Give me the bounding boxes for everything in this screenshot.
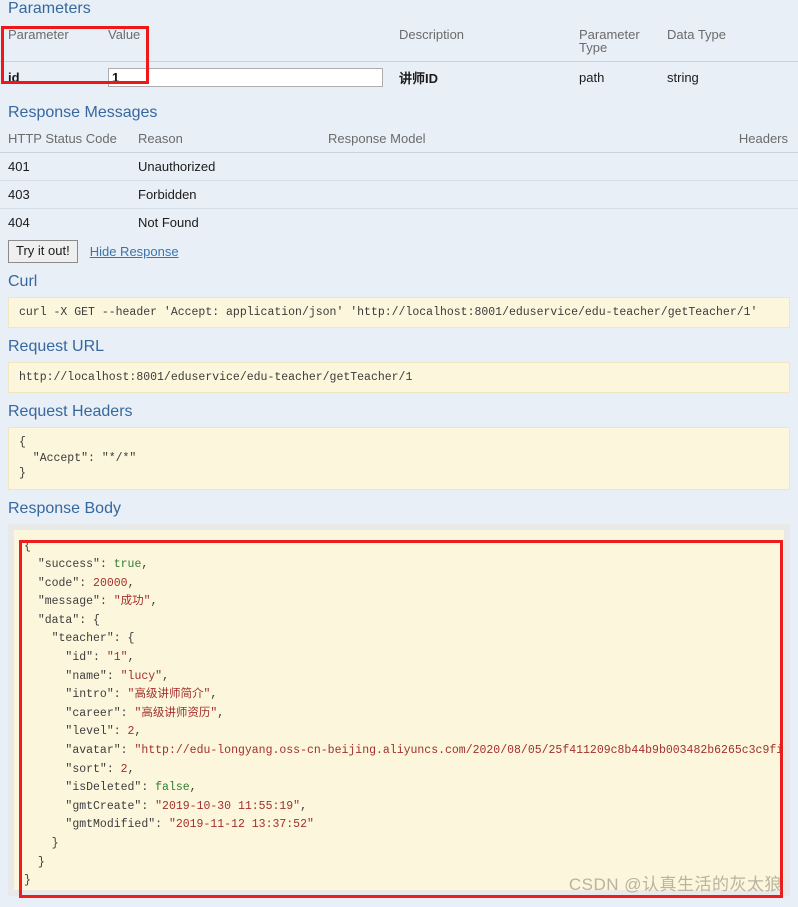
parameter-value-input[interactable] [108,68,383,87]
response-messages-heading: Response Messages [8,104,158,121]
col-response-model: Response Model [320,126,621,153]
request-url-body: http://localhost:8001/eduservice/edu-tea… [0,362,798,393]
curl-heading: Curl [8,273,38,290]
parameters-heading: Parameters [8,0,91,17]
response-messages-header-row: HTTP Status Code Reason Response Model H… [0,126,798,153]
response-body-heading: Response Body [8,499,121,517]
response-body-section: Response Body { "success": true, "code":… [0,499,798,896]
curl-body: curl -X GET --header 'Accept: applicatio… [0,297,798,328]
response-model-cell [320,180,621,209]
parameters-header-row: Parameter Value Description Parameter Ty… [0,22,798,62]
table-row: 403 Forbidden [0,180,798,209]
try-it-out-button[interactable]: Try it out! [8,240,78,263]
parameter-type-cell: path [579,70,605,85]
col-data-type: Data Type [659,22,798,62]
table-row: 404 Not Found [0,209,798,237]
request-url-section: Request URL http://localhost:8001/eduser… [0,337,798,393]
watermark-text: CSDN @认真生活的灰太狼 [568,875,782,894]
status-code-cell: 403 [0,180,130,209]
table-row: id 讲师ID path string [0,62,798,94]
response-messages-table: HTTP Status Code Reason Response Model H… [0,126,798,236]
headers-cell [620,152,798,181]
col-http-status-code: HTTP Status Code [0,126,130,153]
response-messages-section: Response Messages HTTP Status Code Reaso… [0,103,798,263]
reason-cell: Forbidden [130,180,320,209]
parameter-name-cell: id [8,70,20,85]
col-parameter-type: Parameter Type [571,22,659,62]
request-url-value: http://localhost:8001/eduservice/edu-tea… [8,362,790,393]
response-body-container: { "success": true, "code": 20000, "messa… [8,523,790,896]
parameter-description-cell: 讲师ID [399,71,439,86]
col-parameter: Parameter [0,22,100,62]
hide-response-link[interactable]: Hide Response [90,244,179,259]
parameters-section: Parameters Parameter Value Description P… [0,0,798,93]
action-row: Try it out! Hide Response [0,236,798,263]
response-body-json: { "success": true, "code": 20000, "messa… [14,529,784,890]
col-description: Description [391,22,571,62]
curl-command: curl -X GET --header 'Accept: applicatio… [8,297,790,328]
response-model-cell [320,209,620,237]
headers-cell [620,209,798,237]
parameters-table: Parameter Value Description Parameter Ty… [0,22,798,93]
status-code-cell: 404 [8,215,30,230]
request-url-heading: Request URL [8,338,105,355]
col-reason: Reason [130,126,320,153]
table-row: 401 Unauthorized [0,152,798,181]
col-headers: Headers [620,126,798,153]
headers-cell [620,180,798,209]
swagger-endpoint-panel: Parameters Parameter Value Description P… [0,0,798,907]
parameter-data-type-cell: string [667,70,699,85]
reason-cell: Not Found [138,215,199,230]
response-model-cell [320,152,621,181]
request-headers-body: { "Accept": "*/*" } [0,427,798,490]
col-value: Value [100,22,391,62]
curl-section: Curl curl -X GET --header 'Accept: appli… [0,272,798,328]
reason-cell: Unauthorized [130,152,320,181]
parameter-value-cell [100,62,391,94]
request-headers-value: { "Accept": "*/*" } [8,427,790,490]
request-headers-section: Request Headers { "Accept": "*/*" } [0,402,798,490]
request-headers-heading: Request Headers [8,403,133,420]
status-code-cell: 401 [0,152,130,181]
